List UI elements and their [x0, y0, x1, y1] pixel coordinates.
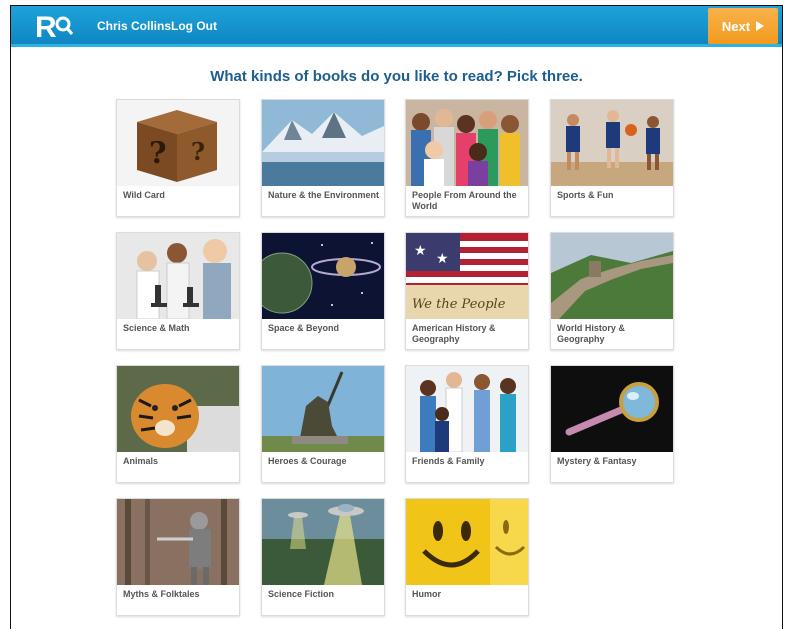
category-label: Humor [412, 589, 441, 599]
category-card-sports[interactable]: Sports & Fun [550, 99, 674, 217]
logo-icon[interactable]: R [35, 10, 75, 42]
page-heading: What kinds of books do you like to read?… [210, 68, 583, 85]
category-label: Science & Math [123, 323, 190, 333]
family-icon [406, 366, 528, 452]
iwo-jima-statue-icon [262, 366, 384, 452]
category-card-space[interactable]: Space & Beyond [261, 232, 385, 350]
svg-text:?: ? [191, 137, 205, 166]
category-label: Nature & the Environment [268, 190, 380, 200]
svg-text:★: ★ [414, 242, 427, 258]
magnifying-glass-icon [551, 366, 673, 452]
mountains-icon [262, 100, 384, 186]
category-card-science-math[interactable]: Science & Math [116, 232, 240, 350]
category-card-humor[interactable]: Humor [405, 498, 529, 616]
tiger-icon [117, 366, 239, 452]
category-label: World History & Geography [557, 323, 625, 344]
category-card-nature[interactable]: Nature & the Environment [261, 99, 385, 217]
us-flag-icon: ★ ★ We the People [406, 233, 528, 319]
svg-text:?: ? [149, 136, 167, 171]
play-arrow-icon [756, 21, 765, 31]
category-grid: ? ? Wild Card Nature & the Environment P… [116, 99, 676, 619]
category-label: Space & Beyond [268, 323, 340, 333]
basketball-kids-icon [551, 100, 673, 186]
top-navigation-bar: R Chris Collins Log Out Next [11, 6, 782, 47]
category-label: American History & Geography [412, 323, 496, 344]
category-card-animals[interactable]: Animals [116, 365, 240, 483]
svg-text:R: R [35, 11, 57, 42]
category-label: People From Around the World [412, 190, 517, 211]
microscope-students-icon [117, 233, 239, 319]
great-wall-icon [551, 233, 673, 319]
category-card-people[interactable]: People From Around the World [405, 99, 529, 217]
category-card-myths[interactable]: Myths & Folktales [116, 498, 240, 616]
category-label: Heroes & Courage [268, 456, 347, 466]
category-label: Myths & Folktales [123, 589, 200, 599]
mystery-box-icon: ? ? [117, 100, 239, 186]
smiley-faces-icon [406, 499, 528, 585]
category-card-science-fiction[interactable]: Science Fiction [261, 498, 385, 616]
ufo-icon [262, 499, 384, 585]
logout-link[interactable]: Log Out [171, 19, 217, 33]
category-label: Sports & Fun [557, 190, 614, 200]
category-label: Mystery & Fantasy [557, 456, 637, 466]
category-label: Friends & Family [412, 456, 485, 466]
user-name-link[interactable]: Chris Collins [97, 19, 171, 33]
crowd-icon [406, 100, 528, 186]
category-card-mystery-fantasy[interactable]: Mystery & Fantasy [550, 365, 674, 483]
knight-icon [117, 499, 239, 585]
category-card-world-history[interactable]: World History & Geography [550, 232, 674, 350]
category-card-heroes[interactable]: Heroes & Courage [261, 365, 385, 483]
app-window: R Chris Collins Log Out Next What kinds … [10, 5, 783, 629]
category-card-american-history[interactable]: ★ ★ We the People American History & Geo… [405, 232, 529, 350]
category-label: Animals [123, 456, 159, 466]
planets-icon [262, 233, 384, 319]
category-label: Science Fiction [268, 589, 335, 599]
category-card-wild-card[interactable]: ? ? Wild Card [116, 99, 240, 217]
svg-text:We the People: We the People [412, 297, 506, 312]
category-label: Wild Card [123, 190, 165, 200]
next-button[interactable]: Next [708, 8, 778, 44]
svg-text:★: ★ [436, 250, 449, 266]
next-button-label: Next [721, 18, 751, 34]
category-card-friends-family[interactable]: Friends & Family [405, 365, 529, 483]
